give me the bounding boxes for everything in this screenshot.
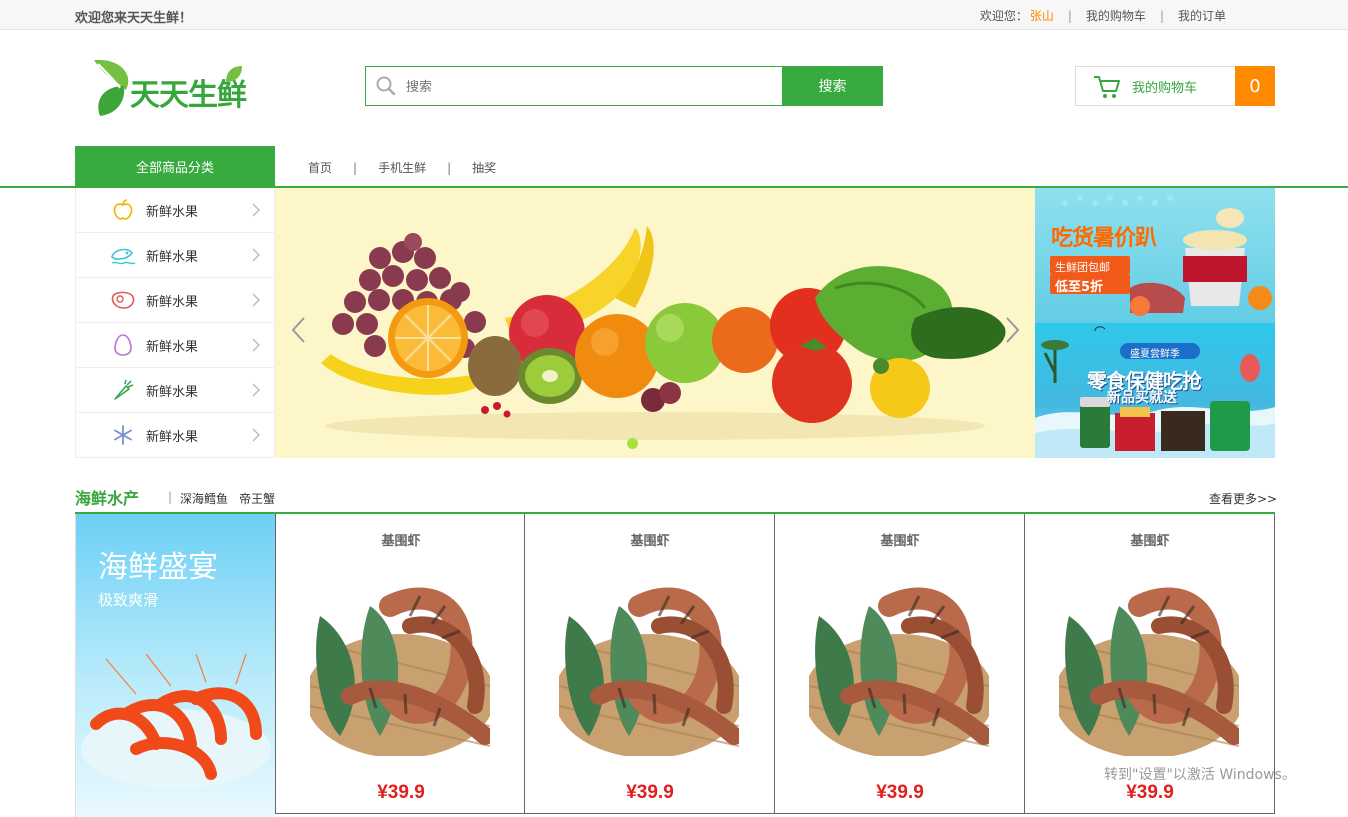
cart-icon <box>1094 76 1120 98</box>
banner-pagination-dot[interactable] <box>627 438 638 449</box>
sidebar-item-label: 新鲜水果 <box>146 294 199 310</box>
search-bar: 搜索 <box>365 66 883 106</box>
carrot-icon <box>110 377 136 403</box>
product-name[interactable]: 基围虾 <box>525 530 775 549</box>
ad1-line1: 生鲜团包邮 <box>1055 261 1110 274</box>
search-icon <box>366 67 404 105</box>
banner-next-arrow-icon[interactable] <box>1005 316 1021 344</box>
cart-label: 我的购物车 <box>1132 80 1198 96</box>
search-input[interactable] <box>404 67 782 105</box>
nav-mobile-fresh[interactable]: 手机生鲜 <box>378 159 426 176</box>
seafood-promo-banner[interactable]: 海鲜盛宴 极致爽滑 <box>75 514 275 817</box>
product-name[interactable]: 基围虾 <box>276 530 526 549</box>
icecream-ad-image <box>1050 195 1272 316</box>
chevron-right-icon <box>252 383 260 397</box>
chevron-right-icon <box>252 203 260 217</box>
hero-banner[interactable] <box>275 188 1035 458</box>
divider: | <box>168 490 173 504</box>
sidebar-item-vegetable[interactable]: 新鲜水果 <box>76 368 274 413</box>
main-nav: 首页 | 手机生鲜 | 抽奖 <box>308 159 496 176</box>
chevron-right-icon <box>252 338 260 352</box>
cart-count-badge: 0 <box>1235 66 1275 106</box>
welcome-text: 欢迎您来天天生鲜！ <box>75 11 193 26</box>
banner-prev-arrow-icon[interactable] <box>290 316 306 344</box>
product-image[interactable] <box>809 576 989 756</box>
chevron-right-icon <box>252 428 260 442</box>
sidebar-item-label: 新鲜水果 <box>146 429 199 445</box>
product-price: ¥39.9 <box>876 782 924 803</box>
sidebar-item-label: 新鲜水果 <box>146 249 199 265</box>
snowflake-icon <box>110 422 136 448</box>
top-bar: 欢迎您来天天生鲜！ 欢迎您： 张山 | 我的购物车 | 我的订单 <box>0 0 1348 30</box>
sidebar-item-label: 新鲜水果 <box>146 204 199 220</box>
product-price: ¥39.9 <box>626 782 674 803</box>
windows-activation-watermark: 转到"设置"以激活 Windows。 <box>1104 767 1296 783</box>
sidebar-item-seafood[interactable]: 新鲜水果 <box>76 233 274 278</box>
product-image[interactable] <box>1059 576 1239 756</box>
tag-cod[interactable]: 深海鳕鱼 <box>180 490 228 507</box>
sidebar-item-meat[interactable]: 新鲜水果 <box>76 278 274 323</box>
view-more-link[interactable]: 查看更多>> <box>1209 490 1277 507</box>
section-title: 海鲜水产 <box>75 489 140 508</box>
my-orders-link[interactable]: 我的订单 <box>1178 7 1226 24</box>
sidebar-item-fruit[interactable]: 新鲜水果 <box>76 188 274 233</box>
my-cart-link[interactable]: 我的购物车 <box>1086 7 1146 24</box>
product-name[interactable]: 基围虾 <box>1025 530 1275 549</box>
nav-lottery[interactable]: 抽奖 <box>472 159 496 176</box>
product-card[interactable]: 基围虾 ¥39.9 <box>525 514 775 814</box>
meat-icon <box>110 287 136 313</box>
all-categories-button[interactable]: 全部商品分类 <box>75 146 275 187</box>
apple-icon <box>110 197 136 223</box>
section-tags: | 深海鳕鱼 帝王蟹 <box>168 490 286 507</box>
sidebar-item-label: 新鲜水果 <box>146 384 199 400</box>
sidebar-item-frozen[interactable]: 新鲜水果 <box>76 413 274 458</box>
divider: | <box>353 160 358 175</box>
product-card[interactable]: 基围虾 ¥39.9 <box>275 514 525 814</box>
greeting-label: 欢迎您： <box>979 9 1028 23</box>
ad2-sub: 新品买就送 <box>1107 390 1177 406</box>
product-name[interactable]: 基围虾 <box>775 530 1025 549</box>
shrimp-promo-image <box>81 654 271 789</box>
product-card[interactable]: 基围虾 ¥39.9 <box>775 514 1025 814</box>
nav-home[interactable]: 首页 <box>308 159 332 176</box>
cart-box[interactable]: 我的购物车 0 <box>1075 66 1275 106</box>
chevron-right-icon <box>252 248 260 262</box>
ad-banner-snacks[interactable]: 盛夏尝鲜季 零食保健吃抢 新品买就送 <box>1035 323 1275 458</box>
ad1-title: 吃货暑价趴 <box>1051 226 1157 251</box>
product-image[interactable] <box>559 576 739 756</box>
tag-king-crab[interactable]: 帝王蟹 <box>239 490 275 507</box>
ad2-tag: 盛夏尝鲜季 <box>1130 349 1180 360</box>
top-nav: 欢迎您： 张山 | 我的购物车 | 我的订单 <box>980 7 1226 24</box>
divider: | <box>447 160 452 175</box>
seafood-icon <box>110 242 136 268</box>
search-button[interactable]: 搜索 <box>782 66 883 106</box>
ad-banner-summer-deal[interactable]: 吃货暑价趴 生鲜团包邮 低至5折 <box>1035 188 1275 323</box>
ad1-line2: 低至5折 <box>1055 280 1104 295</box>
divider: | <box>1159 8 1164 23</box>
sidebar-item-label: 新鲜水果 <box>146 339 199 355</box>
promo-title: 海鲜盛宴 <box>98 550 218 585</box>
username-link[interactable]: 张山 <box>1030 7 1054 24</box>
fruit-banner-image <box>321 226 1006 440</box>
sidebar-item-egg[interactable]: 新鲜水果 <box>76 323 274 368</box>
leaf-icon <box>226 66 242 82</box>
chevron-right-icon <box>252 293 260 307</box>
promo-subtitle: 极致爽滑 <box>98 591 159 609</box>
product-price: ¥39.9 <box>1126 782 1174 803</box>
egg-icon <box>110 332 136 358</box>
site-logo[interactable]: 天天生鲜 <box>90 56 250 122</box>
divider: | <box>1067 8 1072 23</box>
product-price: ¥39.9 <box>377 782 425 803</box>
product-image[interactable] <box>310 576 490 756</box>
category-sidebar: 新鲜水果 新鲜水果 新鲜水果 新鲜水果 新鲜水果 新鲜水果 <box>75 188 275 458</box>
